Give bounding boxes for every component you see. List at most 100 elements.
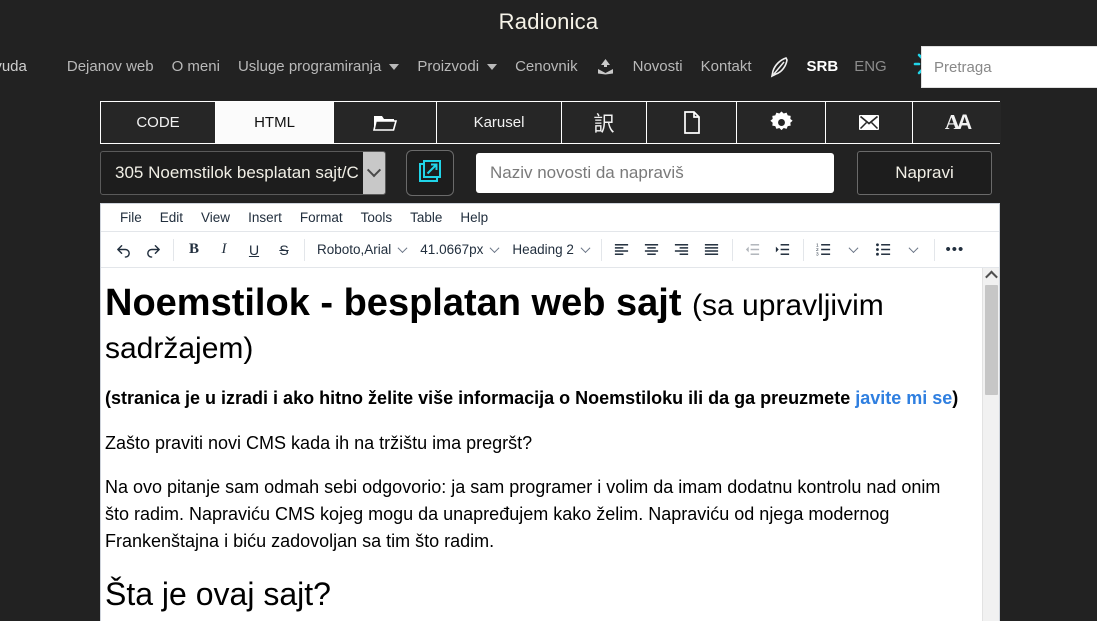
align-justify-button[interactable] (697, 236, 727, 264)
nav-item-blog[interactable] (761, 56, 799, 78)
page-title: Radionica (0, 0, 1097, 43)
chevron-down-icon (397, 243, 408, 254)
align-right-button[interactable] (667, 236, 697, 264)
tab-code[interactable]: CODE (101, 102, 216, 143)
chevron-down-icon (848, 243, 859, 254)
menu-table[interactable]: Table (402, 207, 450, 228)
nav-item-kontakt[interactable]: Kontakt (692, 58, 761, 75)
editor-document[interactable]: Noemstilok - besplatan web sajt (sa upra… (101, 268, 982, 621)
italic-button[interactable]: I (209, 236, 239, 264)
toolbar-separator (731, 238, 733, 261)
nav-item-o-meni[interactable]: O meni (163, 58, 229, 75)
nav-item-label: O meni (171, 58, 220, 75)
lang-srb-label: SRB (806, 58, 839, 75)
workspace: CODE HTML Karusel 訳 AA 305 Noemstilok be… (100, 101, 1001, 621)
nav-item-dejanov-web[interactable]: Dejanov web (58, 58, 163, 75)
lang-switch-srb[interactable]: SRB (799, 58, 847, 75)
chevron-down-icon (389, 63, 400, 70)
tab-fonts[interactable]: AA (913, 102, 1001, 143)
tab-files[interactable] (334, 102, 437, 143)
create-news-button[interactable]: Napravi (857, 151, 992, 195)
tab-mail[interactable] (826, 102, 913, 143)
font-family-value: Roboto,Arial (317, 242, 392, 257)
nav-item-novosti[interactable]: Novosti (624, 58, 692, 75)
nav-item-label: je svuda (0, 58, 27, 75)
nav-item-truncated[interactable]: je svuda (0, 58, 36, 75)
menu-insert[interactable]: Insert (240, 207, 290, 228)
menu-format[interactable]: Format (292, 207, 351, 228)
redo-button[interactable] (138, 236, 168, 264)
chevron-down-icon[interactable] (363, 152, 385, 194)
bullet-list-button[interactable] (869, 236, 899, 264)
doc-notice-post: ) (952, 388, 959, 409)
bold-button[interactable]: B (179, 236, 209, 264)
chevron-down-icon (908, 243, 919, 254)
tab-pages[interactable] (647, 102, 737, 143)
workspace-actionbar: 305 Noemstilok besplatan sajt/C Napravi (100, 144, 1000, 203)
tab-settings[interactable] (737, 102, 826, 143)
bullet-list-options-button[interactable] (899, 236, 929, 264)
block-format-select[interactable]: Heading 2 (505, 237, 596, 263)
bold-label: B (188, 241, 199, 257)
toolbar-separator (933, 238, 935, 261)
doc-heading-1: Noemstilok - besplatan web sajt (sa upra… (105, 282, 960, 367)
search-box (921, 46, 1097, 88)
menu-edit[interactable]: Edit (152, 207, 191, 228)
page-select-value: 305 Noemstilok besplatan sajt/C (115, 163, 359, 182)
menu-view[interactable]: View (193, 207, 238, 228)
lang-eng-label: ENG (854, 58, 887, 75)
open-in-new-window-icon (417, 158, 443, 189)
underline-button[interactable]: U (239, 236, 269, 264)
page-select[interactable]: 305 Noemstilok besplatan sajt/C (100, 151, 386, 195)
underline-label: U (248, 241, 260, 258)
align-left-button[interactable] (607, 236, 637, 264)
nav-item-usluge-programiranja[interactable]: Usluge programiranja (229, 58, 408, 75)
doc-heading-2: Šta je ovaj sajt? (105, 576, 331, 613)
page-title-text: Radionica (498, 8, 599, 34)
menu-help[interactable]: Help (452, 207, 496, 228)
tab-html[interactable]: HTML (216, 102, 334, 143)
nav-item-label: Cenovnik (515, 58, 578, 75)
svg-text:3: 3 (816, 252, 819, 258)
search-input[interactable] (921, 46, 1097, 88)
editor-scrollbar[interactable] (982, 268, 999, 621)
doc-contact-link[interactable]: javite mi se (855, 388, 952, 408)
toolbar-separator (802, 238, 804, 261)
menu-tools[interactable]: Tools (353, 207, 401, 228)
font-size-select[interactable]: 41.0667px (413, 237, 505, 263)
feather-pen-icon (770, 56, 790, 78)
envelope-icon (857, 112, 881, 133)
menu-file[interactable]: File (112, 207, 150, 228)
numbered-list-button[interactable]: 1 2 3 (809, 236, 839, 264)
chevron-down-icon (489, 243, 500, 254)
numbered-list-options-button[interactable] (839, 236, 869, 264)
nav-item-proizvodi[interactable]: Proizvodi (408, 58, 506, 75)
strikethrough-button[interactable]: S (269, 236, 299, 264)
open-folder-icon (373, 113, 397, 133)
strikethrough-label: S (279, 241, 289, 258)
more-options-button[interactable]: ••• (940, 236, 970, 264)
outdent-button[interactable] (738, 236, 768, 264)
editor-toolbar: B I U S Roboto,Arial 41.0667px Heading 2 (101, 232, 999, 268)
nav-item-label: Usluge programiranja (237, 58, 382, 75)
tab-karusel[interactable]: Karusel (437, 102, 562, 143)
workspace-tabbar: CODE HTML Karusel 訳 AA (100, 101, 1001, 144)
chevron-down-icon (580, 243, 591, 254)
scrollbar-thumb[interactable] (985, 285, 998, 395)
tab-label: CODE (136, 114, 180, 131)
font-family-select[interactable]: Roboto,Arial (310, 237, 413, 263)
indent-button[interactable] (768, 236, 798, 264)
nav-item-download[interactable] (587, 58, 624, 75)
lang-switch-eng[interactable]: ENG (846, 58, 895, 75)
editor-content-area: Noemstilok - besplatan web sajt (sa upra… (101, 268, 999, 621)
undo-button[interactable] (108, 236, 138, 264)
open-in-new-window-button[interactable] (406, 150, 454, 196)
news-title-input[interactable] (476, 153, 834, 193)
tab-translate[interactable]: 訳 (562, 102, 647, 143)
scroll-up-arrow-icon[interactable] (983, 268, 999, 283)
rich-text-editor: File Edit View Insert Format Tools Table… (100, 203, 1000, 621)
nav-item-cenovnik[interactable]: Cenovnik (506, 58, 587, 75)
align-center-button[interactable] (637, 236, 667, 264)
translate-kanji-icon: 訳 (593, 112, 615, 136)
editor-menubar: File Edit View Insert Format Tools Table… (101, 204, 999, 232)
